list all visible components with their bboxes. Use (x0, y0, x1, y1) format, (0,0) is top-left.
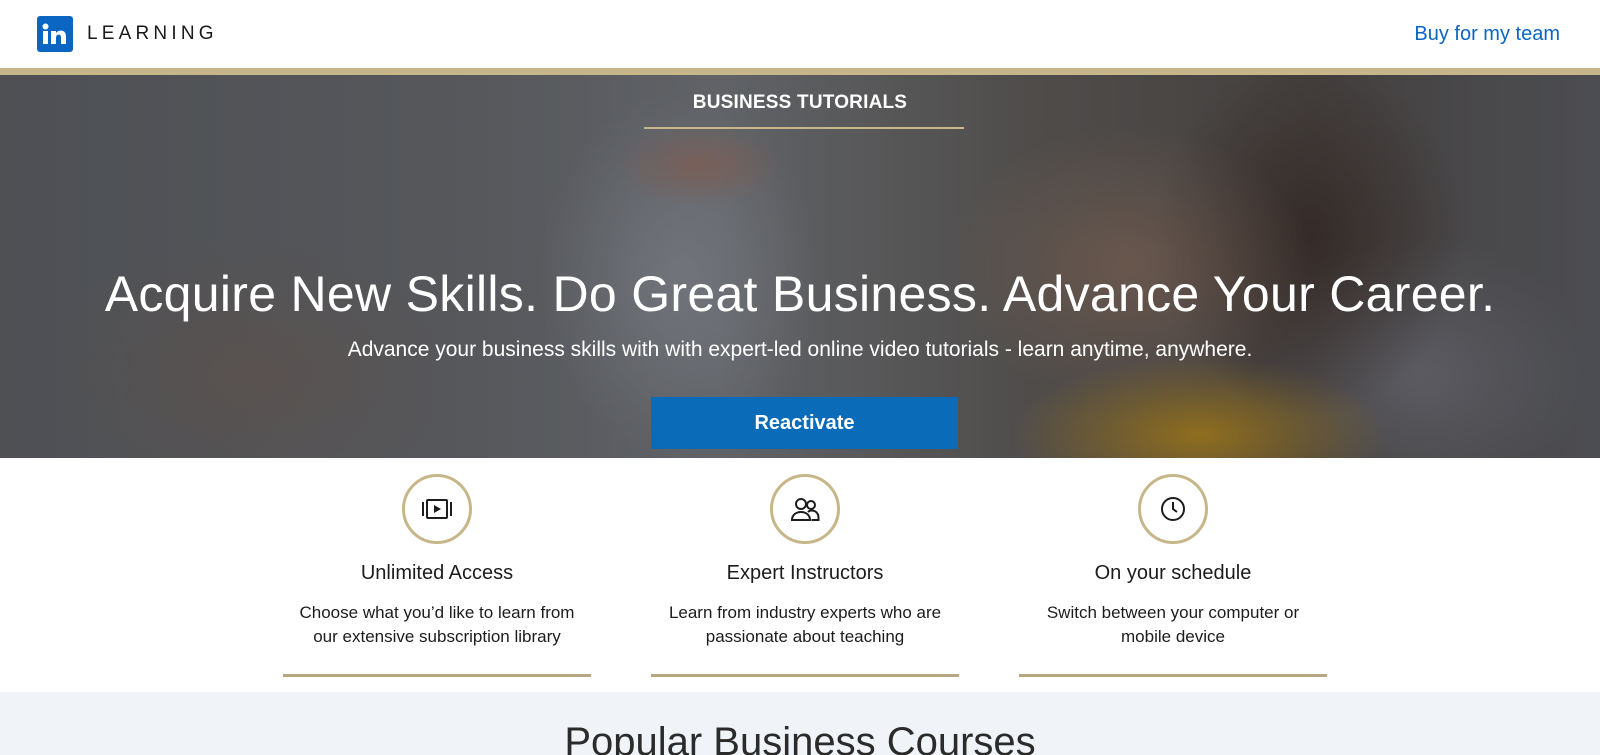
feature-description-line: our extensive subscription library (313, 627, 561, 646)
feature-title: Unlimited Access (360, 562, 514, 584)
video-library-icon (402, 474, 472, 544)
feature-description: Learn from industry experts who are pass… (651, 601, 959, 649)
hero-headline: Acquire New Skills. Do Great Business. A… (104, 266, 1496, 322)
feature-description-line: Choose what you’d like to learn from (299, 603, 575, 622)
header-divider (0, 68, 1600, 75)
feature-title: Expert Instructors (726, 562, 884, 584)
feature-description-line: passionate about teaching (705, 627, 905, 646)
feature-title: On your schedule (1094, 562, 1252, 584)
popular-courses-title: Popular Business Courses (564, 720, 1036, 755)
features-section: Unlimited Access Choose what you’d like … (0, 458, 1600, 692)
linkedin-learning-logo[interactable]: LEARNING (37, 16, 218, 52)
hero-banner: BUSINESS TUTORIALS Acquire New Skills. D… (0, 75, 1600, 458)
hero-subheadline: Advance your business skills with with e… (347, 338, 1253, 361)
section-label-underline (644, 127, 964, 129)
popular-courses-section: Popular Business Courses (0, 692, 1600, 755)
feature-description: Switch between your computer or mobile d… (1019, 601, 1327, 649)
feature-divider (651, 674, 959, 677)
feature-description-line: Switch between your computer or (1046, 603, 1300, 622)
feature-divider (1019, 674, 1327, 677)
section-label: BUSINESS TUTORIALS (692, 92, 908, 113)
instructors-icon (770, 474, 840, 544)
buy-for-my-team-link[interactable]: Buy for my team (1414, 23, 1560, 46)
clock-icon (1138, 474, 1208, 544)
feature-description-line: mobile device (1121, 627, 1225, 646)
brand-word: LEARNING (87, 23, 218, 44)
feature-unlimited-access: Unlimited Access Choose what you’d like … (283, 458, 591, 678)
feature-description-line: Learn from industry experts who are (668, 603, 942, 622)
feature-on-your-schedule: On your schedule Switch between your com… (1019, 458, 1327, 678)
linkedin-logo-icon (37, 16, 73, 52)
feature-description: Choose what you’d like to learn from our… (283, 601, 591, 649)
top-navigation-bar: LEARNING Buy for my team (0, 0, 1600, 68)
reactivate-button[interactable]: Reactivate (651, 397, 958, 449)
feature-divider (283, 674, 591, 677)
feature-expert-instructors: Expert Instructors Learn from industry e… (651, 458, 959, 678)
